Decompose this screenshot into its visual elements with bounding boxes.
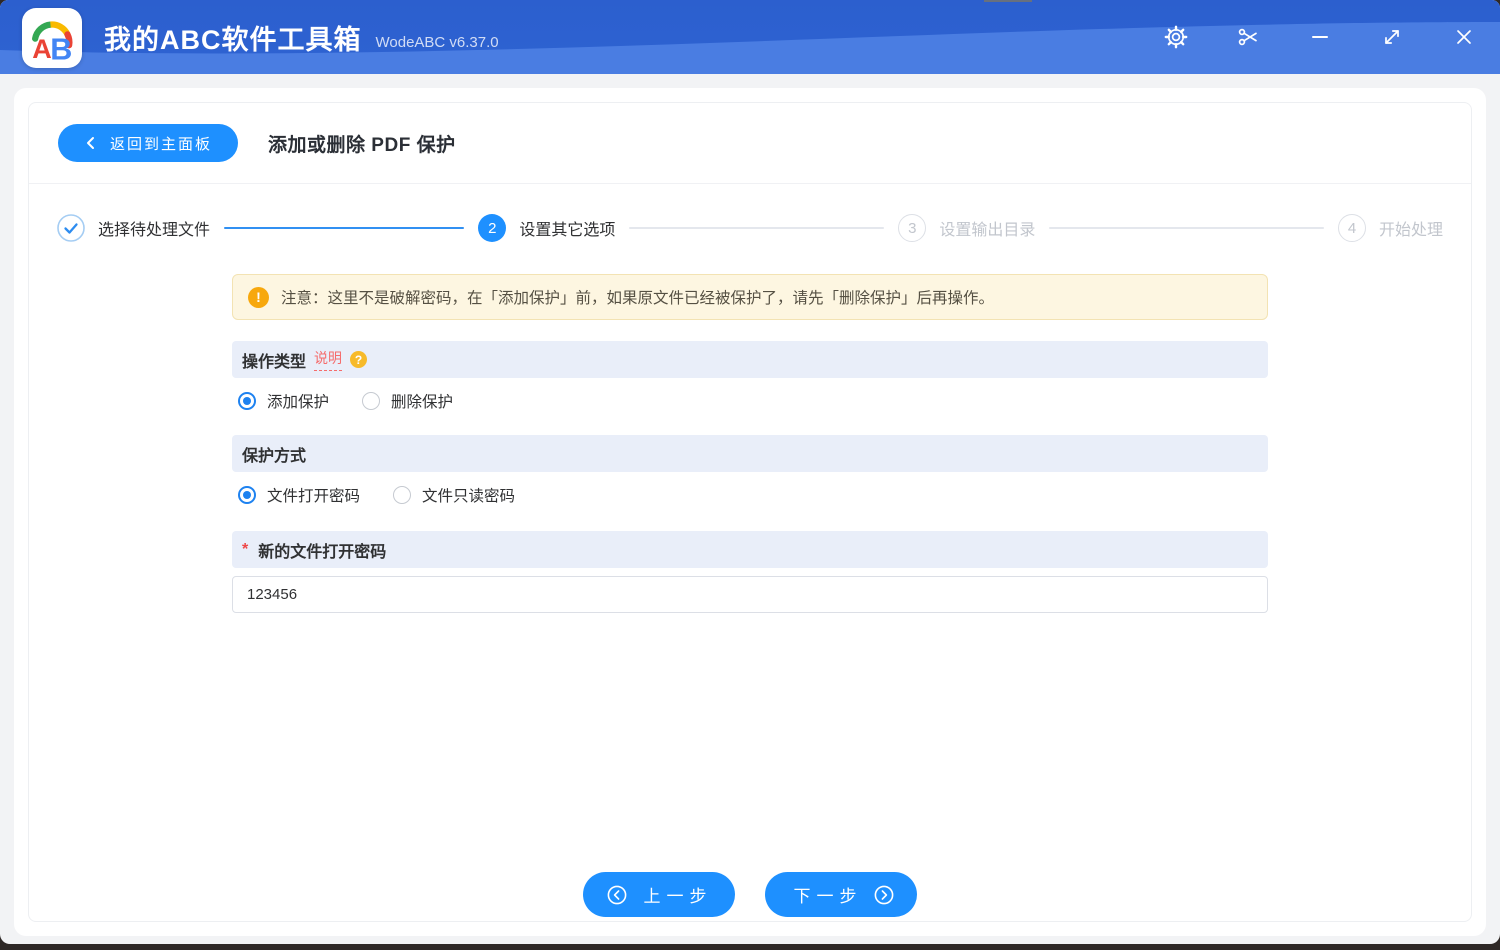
radio-circle-checked[interactable]	[238, 486, 256, 504]
step-label: 设置输出目录	[939, 222, 1036, 239]
step-connector	[1049, 227, 1324, 229]
app-logo: A B	[22, 8, 82, 68]
step-label: 开始处理	[1378, 222, 1443, 239]
step-connector	[629, 227, 885, 229]
radio-label: 文件打开密码	[267, 488, 361, 505]
radio-label: 删除保护	[391, 394, 454, 411]
step-label: 选择待处理文件	[98, 222, 211, 239]
warning-text: 注意：这里不是破解密码，在「添加保护」前，如果原文件已经被保护了，请先「删除保护…	[281, 290, 995, 307]
panel-header: 返回到主面板 添加或删除 PDF 保护	[29, 103, 1471, 184]
section-header-operation-type: 操作类型 说明 ?	[232, 341, 1268, 378]
radio-circle-unchecked[interactable]	[393, 486, 412, 504]
radio-circle-checked[interactable]	[238, 392, 256, 410]
circled-chevron-right-icon	[874, 885, 893, 904]
page-title: 添加或删除 PDF 保护	[268, 134, 456, 156]
radio-readonly-password[interactable]: 文件只读密码	[393, 484, 515, 506]
protection-method-options: 文件打开密码 文件只读密码	[232, 484, 1268, 506]
section-header-protection-method: 保护方式	[232, 435, 1268, 472]
section-title: 新的文件打开密码	[258, 543, 387, 561]
section-title: 操作类型	[242, 353, 307, 371]
step-number-badge: 3	[898, 214, 927, 242]
minimize-icon[interactable]	[1308, 25, 1332, 49]
app-window: A B 我的ABC软件工具箱 WodeABC v6.37.0 返回到主面板 添加…	[0, 0, 1500, 944]
warning-icon: !	[248, 286, 269, 308]
step-done-check-icon	[57, 214, 85, 242]
main-card: 返回到主面板 添加或删除 PDF 保护 选择待处理文件 2 设置其它选项 3 设…	[14, 88, 1486, 936]
step-2-set-options: 2 设置其它选项	[478, 214, 615, 242]
step-1-select-files: 选择待处理文件	[57, 214, 210, 242]
radio-label: 添加保护	[267, 394, 330, 411]
app-version: WodeABC v6.37.0	[375, 33, 499, 51]
step-label: 设置其它选项	[519, 222, 616, 239]
next-step-button[interactable]: 下一步	[765, 872, 917, 917]
radio-circle-unchecked[interactable]	[362, 392, 381, 410]
wizard-panel: 返回到主面板 添加或删除 PDF 保护 选择待处理文件 2 设置其它选项 3 设…	[28, 102, 1472, 922]
step-4-start-processing: 4 开始处理	[1337, 214, 1443, 242]
step-connector-done	[224, 227, 465, 229]
window-controls	[1164, 25, 1476, 49]
chevron-left-icon	[87, 137, 94, 149]
maximize-icon[interactable]	[1380, 25, 1404, 49]
svg-text:A: A	[32, 34, 52, 64]
wizard-footer: 上一步 下一步	[29, 872, 1471, 917]
operation-type-options: 添加保护 删除保护	[232, 390, 1268, 412]
step-3-output-directory: 3 设置输出目录	[898, 214, 1035, 242]
settings-icon[interactable]	[1164, 25, 1188, 49]
titlebar: A B 我的ABC软件工具箱 WodeABC v6.37.0	[0, 0, 1500, 74]
section-title: 保护方式	[242, 447, 307, 465]
step-indicator: 选择待处理文件 2 设置其它选项 3 设置输出目录 4 开始处理	[29, 200, 1471, 256]
radio-open-password[interactable]: 文件打开密码	[238, 484, 360, 506]
previous-step-label: 上一步	[643, 887, 713, 906]
required-marker: *	[242, 540, 249, 558]
abc-logo-icon: A B	[32, 21, 73, 65]
step-number-badge: 4	[1337, 214, 1366, 242]
help-link[interactable]: 说明	[314, 348, 343, 371]
app-title: 我的ABC软件工具箱	[104, 24, 362, 55]
help-question-icon[interactable]: ?	[350, 351, 368, 368]
form-content: ! 注意：这里不是破解密码，在「添加保护」前，如果原文件已经被保护了，请先「删除…	[232, 256, 1268, 613]
next-step-label: 下一步	[793, 887, 863, 906]
warning-alert: ! 注意：这里不是破解密码，在「添加保护」前，如果原文件已经被保护了，请先「删除…	[232, 274, 1268, 320]
svg-text:B: B	[50, 33, 72, 65]
radio-add-protection[interactable]: 添加保护	[238, 390, 329, 412]
password-input[interactable]	[232, 576, 1268, 613]
step-number-badge: 2	[478, 214, 507, 242]
circled-chevron-left-icon	[607, 885, 626, 904]
section-header-new-password: * 新的文件打开密码	[232, 531, 1268, 568]
close-icon[interactable]	[1452, 25, 1476, 49]
radio-label: 文件只读密码	[422, 488, 516, 505]
scissors-icon[interactable]	[1236, 25, 1260, 49]
back-button-label: 返回到主面板	[110, 135, 213, 153]
previous-step-button[interactable]: 上一步	[583, 872, 735, 917]
radio-remove-protection[interactable]: 删除保护	[362, 390, 453, 412]
back-to-dashboard-button[interactable]: 返回到主面板	[58, 124, 239, 162]
